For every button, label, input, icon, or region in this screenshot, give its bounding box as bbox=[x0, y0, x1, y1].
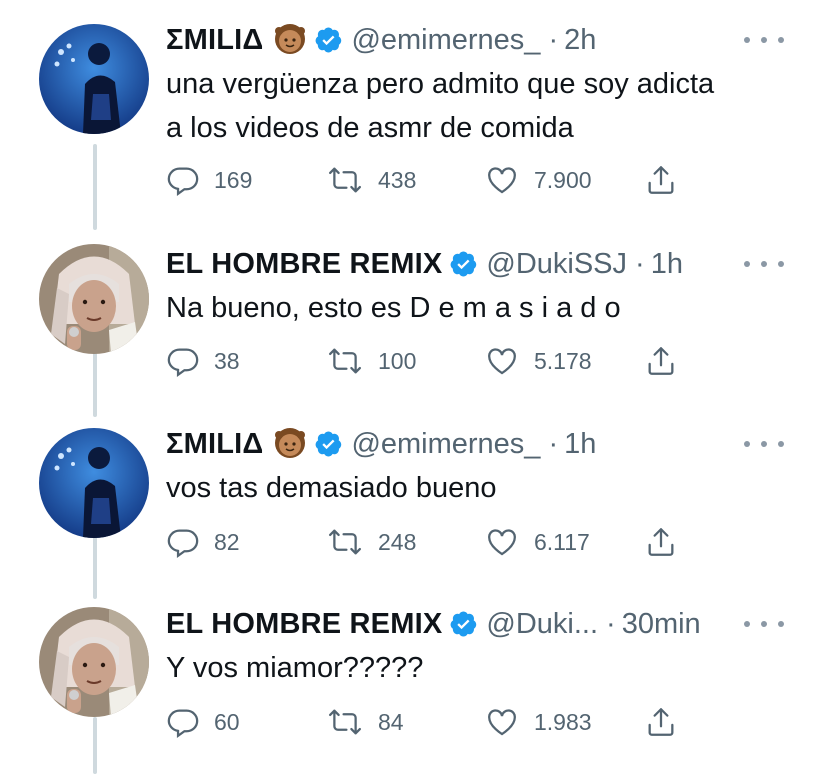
tweet-text: Na bueno, esto es D e m a s i a d o bbox=[166, 286, 786, 330]
tweet-actions: 169 438 7.900 bbox=[166, 160, 686, 200]
retweet-button[interactable]: 438 bbox=[326, 160, 416, 200]
more-options-icon[interactable] bbox=[744, 434, 784, 454]
avatar[interactable] bbox=[39, 244, 149, 354]
more-options-icon[interactable] bbox=[744, 614, 784, 634]
share-button[interactable] bbox=[644, 160, 678, 200]
like-button[interactable]: 7.900 bbox=[484, 160, 592, 200]
avatar[interactable] bbox=[39, 428, 149, 538]
display-name[interactable]: ΣMILIΔ bbox=[166, 24, 263, 57]
share-icon bbox=[648, 528, 674, 556]
tweet-text-line: Na bueno, esto es D e m a s i a d o bbox=[166, 292, 621, 324]
reply-count: 82 bbox=[214, 528, 240, 555]
like-count: 7.900 bbox=[534, 166, 592, 193]
display-name[interactable]: EL HOMBRE REMIX bbox=[166, 248, 442, 281]
heart-icon bbox=[488, 529, 516, 556]
reply-icon bbox=[167, 167, 199, 196]
user-handle[interactable]: @emimernes_ bbox=[351, 428, 540, 461]
tweet-timestamp[interactable]: 2h bbox=[564, 24, 596, 57]
reply-icon bbox=[167, 348, 199, 377]
share-icon bbox=[648, 166, 674, 194]
heart-icon bbox=[488, 709, 516, 736]
like-button[interactable]: 5.178 bbox=[484, 341, 592, 381]
retweet-count: 248 bbox=[378, 528, 417, 555]
like-button[interactable]: 6.117 bbox=[484, 522, 590, 562]
reply-button[interactable]: 169 bbox=[166, 160, 252, 200]
tweet[interactable]: ΣMILIΔ @emimernes_ · 2h una vergüenza pe… bbox=[0, 0, 828, 196]
retweet-button[interactable]: 84 bbox=[326, 702, 404, 742]
tweet-actions: 38 100 5.178 bbox=[166, 341, 686, 381]
tweet-timestamp[interactable]: 30min bbox=[622, 608, 701, 641]
display-name[interactable]: EL HOMBRE REMIX bbox=[166, 608, 442, 641]
like-button[interactable]: 1.983 bbox=[484, 702, 592, 742]
retweet-button[interactable]: 100 bbox=[326, 341, 416, 381]
tweet[interactable]: EL HOMBRE REMIX @DukiSSJ · 1h Na bueno, … bbox=[0, 230, 828, 412]
retweet-icon bbox=[328, 167, 362, 193]
share-icon bbox=[648, 708, 674, 736]
tweet-timestamp[interactable]: 1h bbox=[564, 428, 596, 461]
tweet-text: una vergüenza pero admito que soy adicta… bbox=[166, 62, 786, 150]
tweet-text-line: Y vos miamor????? bbox=[166, 652, 424, 684]
tweet-header: ΣMILIΔ @emimernes_ · 2h bbox=[166, 18, 596, 62]
share-icon bbox=[648, 347, 674, 375]
verified-badge-icon bbox=[450, 610, 478, 638]
separator-dot: · bbox=[548, 427, 559, 460]
share-button[interactable] bbox=[644, 341, 678, 381]
retweet-count: 438 bbox=[378, 166, 417, 193]
verified-badge-icon bbox=[450, 250, 478, 278]
retweet-icon bbox=[328, 709, 362, 735]
share-button[interactable] bbox=[644, 522, 678, 562]
reply-count: 38 bbox=[214, 347, 240, 374]
tweet[interactable]: EL HOMBRE REMIX @Duki... · 30min Y vos m… bbox=[0, 590, 828, 772]
like-count: 1.983 bbox=[534, 708, 592, 735]
more-options-icon[interactable] bbox=[744, 254, 784, 274]
like-count: 5.178 bbox=[534, 347, 592, 374]
tweet-text: vos tas demasiado bueno bbox=[166, 466, 786, 510]
user-handle[interactable]: @Duki... bbox=[486, 608, 598, 641]
verified-badge-icon bbox=[315, 430, 343, 458]
girl-emoji-icon bbox=[273, 23, 307, 57]
tweet-text-line: vos tas demasiado bueno bbox=[166, 472, 497, 504]
user-handle[interactable]: @emimernes_ bbox=[351, 24, 540, 57]
user-handle[interactable]: @DukiSSJ bbox=[486, 248, 627, 281]
retweet-icon bbox=[328, 529, 362, 555]
reply-button[interactable]: 60 bbox=[166, 702, 240, 742]
display-name[interactable]: ΣMILIΔ bbox=[166, 428, 263, 461]
retweet-button[interactable]: 248 bbox=[326, 522, 416, 562]
heart-icon bbox=[488, 348, 516, 375]
verified-badge-icon bbox=[315, 26, 343, 54]
share-button[interactable] bbox=[644, 702, 678, 742]
tweet-header: ΣMILIΔ @emimernes_ · 1h bbox=[166, 422, 596, 466]
tweet-header: EL HOMBRE REMIX @Duki... · 30min bbox=[166, 602, 701, 646]
separator-dot: · bbox=[606, 607, 616, 640]
girl-emoji-icon bbox=[273, 427, 307, 461]
tweet-text-line: una vergüenza pero admito que soy adicta bbox=[166, 68, 715, 100]
reply-button[interactable]: 38 bbox=[166, 341, 240, 381]
tweet-timestamp[interactable]: 1h bbox=[651, 248, 683, 281]
tweet-actions: 60 84 1.983 bbox=[166, 702, 686, 742]
tweet[interactable]: ΣMILIΔ @emimernes_ · 1h vos tas demasiad… bbox=[0, 410, 828, 592]
retweet-count: 84 bbox=[378, 708, 404, 735]
like-count: 6.117 bbox=[534, 528, 590, 555]
reply-icon bbox=[167, 529, 199, 558]
tweet-actions: 82 248 6.117 bbox=[166, 522, 686, 562]
separator-dot: · bbox=[548, 23, 559, 56]
heart-icon bbox=[488, 167, 516, 194]
avatar[interactable] bbox=[39, 607, 149, 717]
reply-icon bbox=[167, 709, 199, 738]
separator-dot: · bbox=[635, 247, 645, 280]
tweet-text: Y vos miamor????? bbox=[166, 646, 786, 690]
retweet-icon bbox=[328, 348, 362, 374]
more-options-icon[interactable] bbox=[744, 30, 784, 50]
avatar[interactable] bbox=[39, 24, 149, 134]
reply-count: 60 bbox=[214, 708, 240, 735]
tweet-header: EL HOMBRE REMIX @DukiSSJ · 1h bbox=[166, 242, 683, 286]
retweet-count: 100 bbox=[378, 347, 417, 374]
reply-count: 169 bbox=[214, 166, 253, 193]
tweet-text-line: a los videos de asmr de comida bbox=[166, 112, 574, 144]
reply-button[interactable]: 82 bbox=[166, 522, 240, 562]
